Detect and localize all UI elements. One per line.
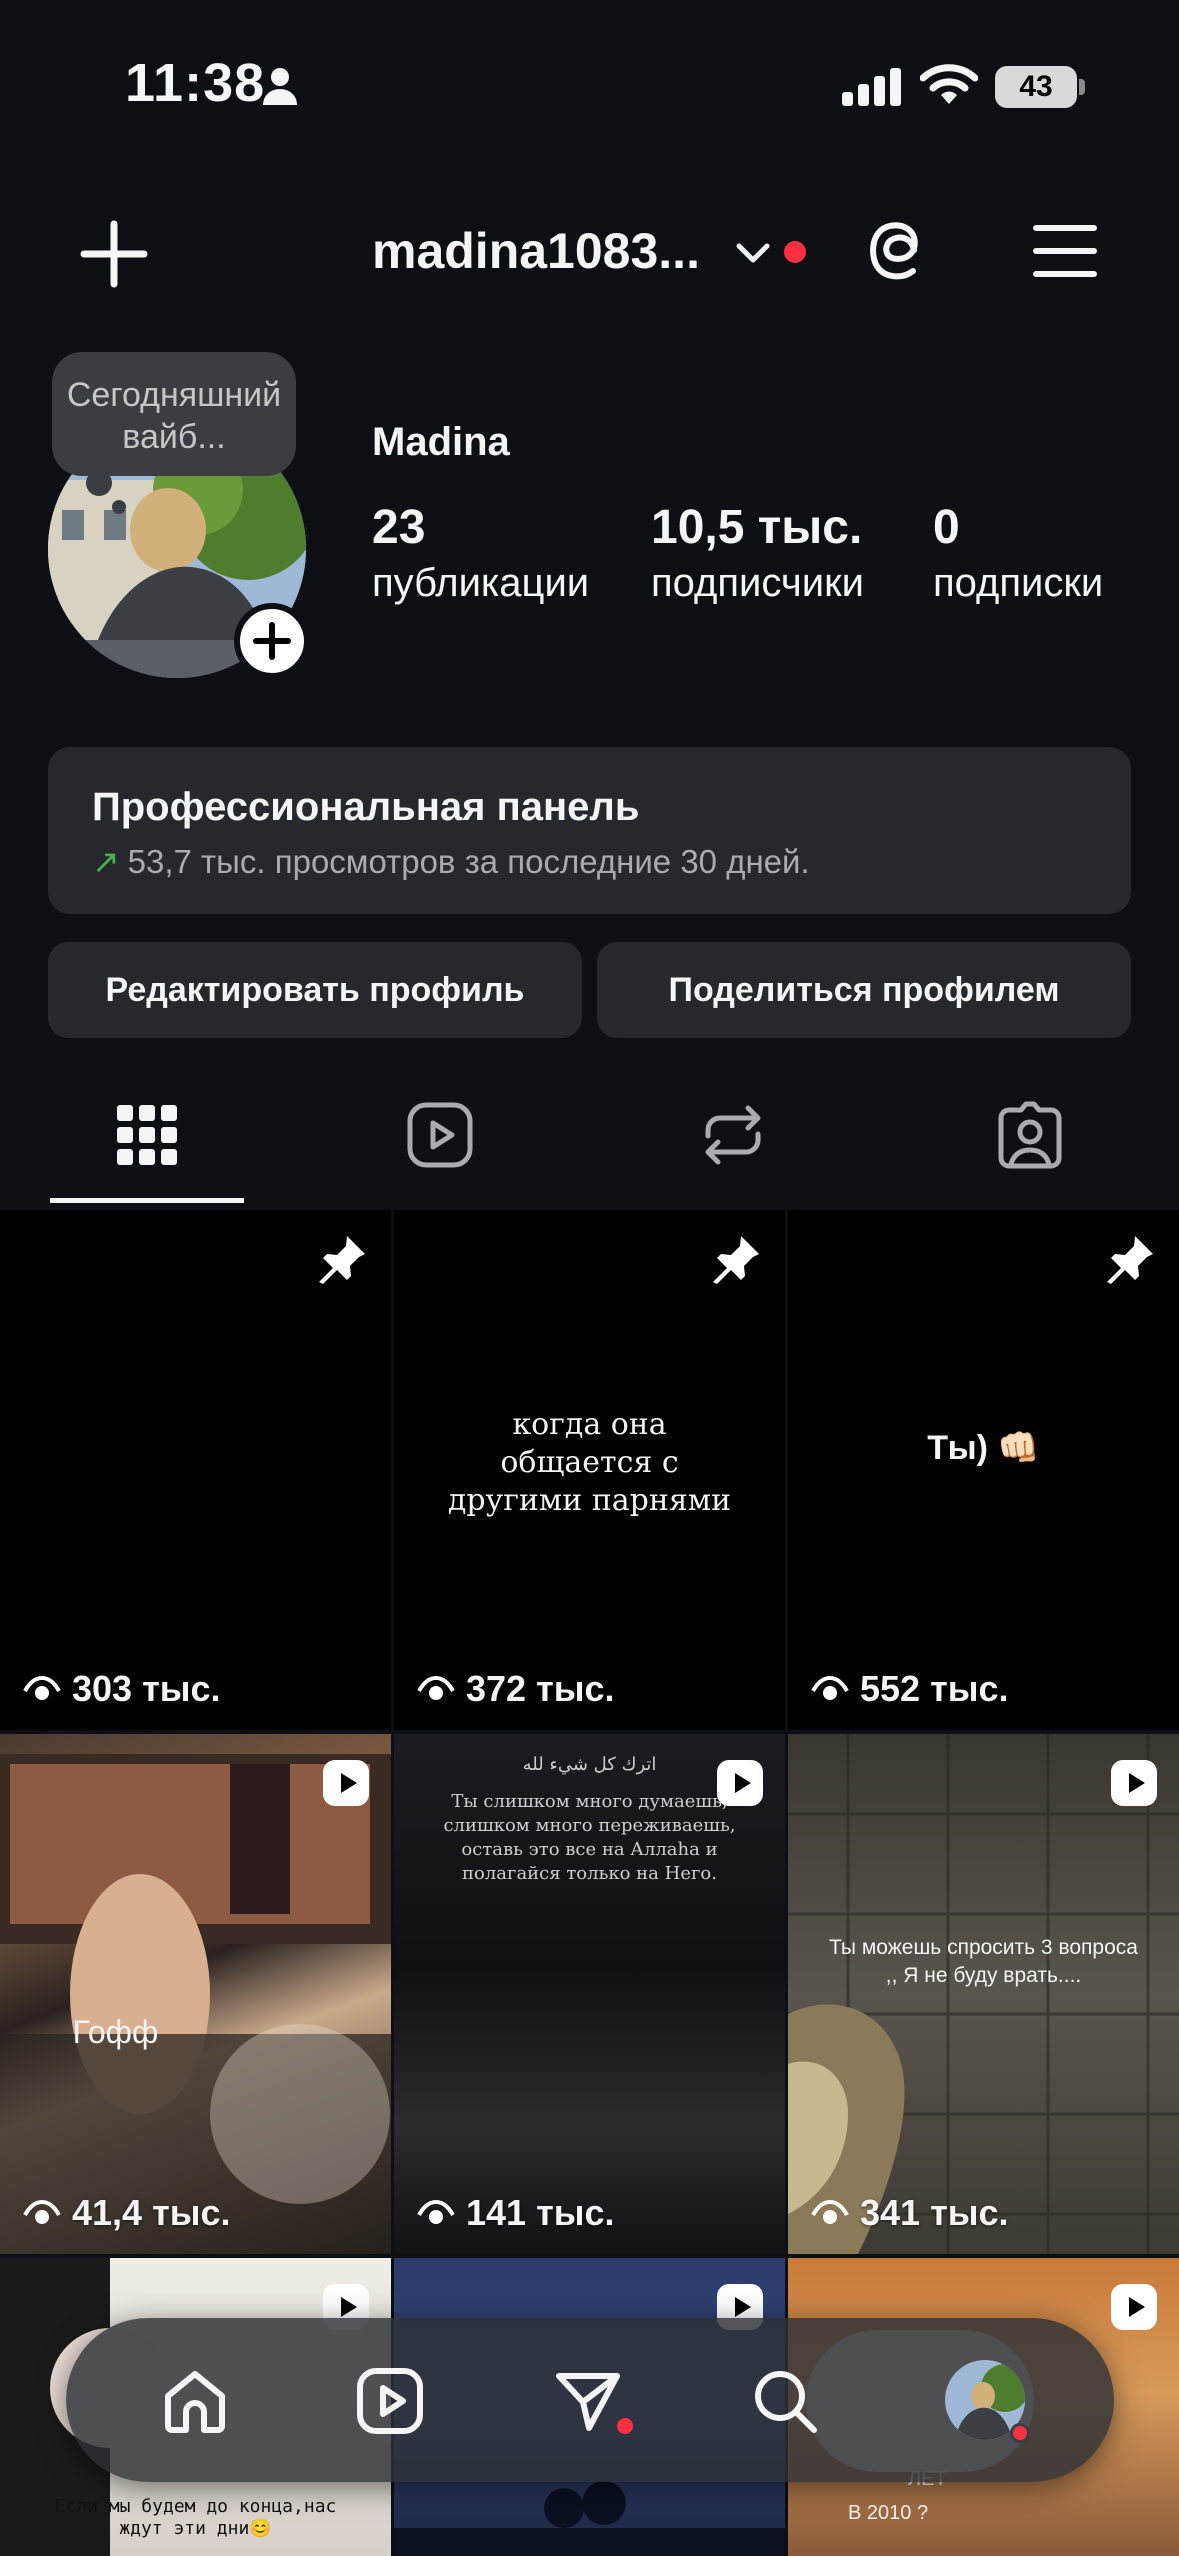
- eye-icon: [23, 2199, 61, 2224]
- pro-panel-stats: 53,7 тыс. просмотров за последние 30 дне…: [127, 843, 810, 880]
- cellular-signal-icon: [842, 68, 901, 106]
- create-plus-icon[interactable]: [78, 218, 150, 290]
- battery-nub: [1079, 79, 1085, 95]
- professional-dashboard[interactable]: Профессиональная панель ↗ 53,7 тыс. просм…: [48, 747, 1131, 914]
- trend-up-arrow-icon: ↗: [92, 843, 120, 880]
- pro-panel-subtitle: ↗ 53,7 тыс. просмотров за последние 30 дн…: [92, 842, 1131, 881]
- grid-tab-icon[interactable]: [112, 1100, 182, 1170]
- battery-indicator: 43: [995, 66, 1077, 108]
- stat-followers-label: подписчики: [651, 561, 864, 605]
- add-story-plus-icon[interactable]: [234, 603, 310, 679]
- stat-following-count: 0: [933, 501, 960, 554]
- profile-notification-dot: [1010, 2423, 1030, 2443]
- profile-note[interactable]: Сегодняшний вайб...: [52, 352, 296, 476]
- view-count-text: 341 тыс.: [860, 2192, 1009, 2233]
- home-icon[interactable]: [160, 2366, 230, 2436]
- threads-icon[interactable]: [870, 220, 936, 290]
- status-time: 11:38: [125, 53, 266, 113]
- reels-nav-icon[interactable]: [355, 2366, 425, 2436]
- tagged-tab-icon[interactable]: [995, 1100, 1065, 1170]
- reel-icon: [1111, 2284, 1157, 2330]
- post-tile[interactable]: когда она общается с другими парнями 372…: [394, 1210, 785, 1730]
- post-caption: В 2010 ?: [848, 2502, 929, 2524]
- eye-icon: [811, 1675, 849, 1700]
- stat-posts: 23 публикации: [372, 500, 589, 606]
- reels-tab-icon[interactable]: [405, 1100, 475, 1170]
- eye-icon: [417, 1675, 455, 1700]
- view-count-text: 303 тыс.: [72, 1668, 221, 1709]
- reel-icon: [1111, 1760, 1157, 1806]
- chevron-down-icon[interactable]: [735, 238, 771, 268]
- view-count: 303 тыс.: [22, 1668, 220, 1710]
- stat-following-label: подписки: [933, 561, 1104, 605]
- stat-posts-count: 23: [372, 501, 426, 554]
- post-tile[interactable]: 303 тыс.: [0, 1210, 391, 1730]
- stat-following[interactable]: 0 подписки: [933, 500, 1103, 606]
- reel-icon: [323, 1760, 369, 1806]
- post-tile[interactable]: Ты) 👊🏻 552 тыс.: [788, 1210, 1179, 1730]
- account-username[interactable]: madina1083...: [372, 222, 700, 280]
- note-bubble-tail: [86, 470, 112, 496]
- post-caption: Ты можешь спросить 3 вопроса ,, Я не буд…: [829, 1936, 1138, 1987]
- eye-icon: [23, 1675, 61, 1700]
- view-count: 372 тыс.: [416, 1668, 614, 1710]
- search-icon[interactable]: [750, 2366, 820, 2436]
- view-count: 552 тыс.: [810, 1668, 1008, 1710]
- view-count: 341 тыс.: [810, 2192, 1008, 2234]
- view-count: 141 тыс.: [416, 2192, 614, 2234]
- post-thumbnail: [788, 1734, 1179, 2254]
- person-icon: [263, 68, 297, 105]
- view-count-text: 41,4 тыс.: [72, 2192, 231, 2233]
- pin-icon: [1107, 1236, 1153, 1284]
- post-caption: Ты слишком много думаешь, слишком много …: [443, 1791, 736, 1884]
- post-tile[interactable]: Гофф 41,4 тыс.: [0, 1734, 391, 2254]
- view-count-text: 141 тыс.: [466, 2192, 615, 2233]
- post-caption: Гофф: [72, 2014, 159, 2050]
- reposts-tab-icon[interactable]: [698, 1100, 768, 1170]
- active-tab-indicator: [50, 1198, 244, 1203]
- account-notification-dot: [784, 241, 806, 263]
- hamburger-menu-icon[interactable]: [1032, 222, 1098, 280]
- view-count-text: 372 тыс.: [466, 1668, 615, 1709]
- profile-name: Madina: [372, 420, 510, 464]
- post-caption: Ты) 👊🏻: [927, 1429, 1040, 1467]
- post-caption: Если мы будем до конца,нас ждут эти дни😊: [54, 2496, 337, 2539]
- eye-icon: [811, 2199, 849, 2224]
- view-count-text: 552 тыс.: [860, 1668, 1009, 1709]
- pin-icon: [319, 1236, 365, 1284]
- stat-posts-label: публикации: [372, 561, 590, 605]
- view-count: 41,4 тыс.: [22, 2192, 230, 2234]
- direct-messages-icon[interactable]: [553, 2366, 623, 2436]
- edit-profile-button[interactable]: Редактировать профиль: [48, 942, 582, 1038]
- eye-icon: [417, 2199, 455, 2224]
- stat-followers-count: 10,5 тыс.: [651, 501, 863, 554]
- status-bar: 11:38 43: [0, 0, 1179, 175]
- messages-notification-dot: [617, 2418, 633, 2434]
- post-caption: когда она общается с другими парнями: [447, 1407, 732, 1518]
- share-profile-button[interactable]: Поделиться профилем: [597, 942, 1131, 1038]
- wifi-icon: [920, 64, 978, 104]
- pro-panel-title: Профессиональная панель: [92, 785, 640, 829]
- post-tile[interactable]: Ты можешь спросить 3 вопроса ,, Я не буд…: [788, 1734, 1179, 2254]
- note-bubble-tail-small: [112, 500, 126, 514]
- pin-icon: [713, 1236, 759, 1284]
- stat-followers[interactable]: 10,5 тыс. подписчики: [651, 500, 864, 606]
- post-tile[interactable]: اترك كل شيء لله Ты слишком много думаешь…: [394, 1734, 785, 2254]
- post-thumbnail: [0, 1754, 391, 2254]
